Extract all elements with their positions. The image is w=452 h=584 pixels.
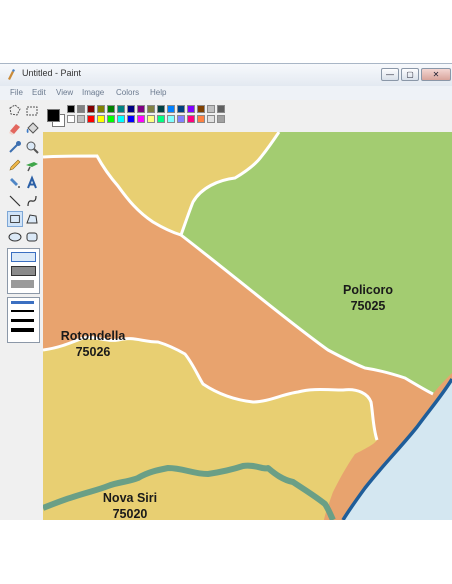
palette-swatch[interactable] [217, 115, 225, 123]
menu-help[interactable]: Help [150, 88, 166, 97]
map-drawing [43, 132, 452, 520]
palette-swatch[interactable] [177, 105, 185, 113]
menu-edit[interactable]: Edit [32, 88, 46, 97]
close-button[interactable]: ✕ [421, 68, 451, 81]
line-width-1[interactable] [11, 301, 34, 304]
curve-icon[interactable] [24, 193, 40, 209]
paint-window: Untitled - Paint — ▢ ✕ File Edit View Im… [0, 63, 452, 520]
map-label-nova-siri: Nova Siri 75020 [75, 490, 185, 520]
palette-swatch[interactable] [197, 115, 205, 123]
fill-option-outline-fill[interactable] [11, 266, 36, 276]
line-icon[interactable] [7, 193, 23, 209]
menu-file[interactable]: File [10, 88, 23, 97]
toolbox [0, 100, 44, 520]
airbrush-icon[interactable] [7, 175, 23, 191]
palette-swatch[interactable] [147, 115, 155, 123]
drawing-canvas[interactable]: Policoro 75025 Rotondella 75026 Nova Sir… [43, 132, 452, 520]
brush-icon[interactable] [24, 157, 40, 173]
menu-colors[interactable]: Colors [116, 88, 139, 97]
maximize-icon: ▢ [406, 70, 414, 79]
ellipse-icon[interactable] [7, 229, 23, 245]
palette-swatch[interactable] [67, 115, 75, 123]
nova-siri-name: Nova Siri [102, 491, 158, 505]
palette-swatch[interactable] [107, 105, 115, 113]
palette-swatch[interactable] [127, 105, 135, 113]
rounded-rectangle-icon[interactable] [24, 229, 40, 245]
palette-swatch[interactable] [137, 115, 145, 123]
minimize-icon: — [386, 70, 394, 79]
close-icon: ✕ [432, 70, 440, 79]
eraser-icon[interactable] [7, 121, 23, 137]
fill-style-options [7, 248, 40, 294]
select-icon[interactable] [24, 103, 40, 119]
line-width-2[interactable] [11, 310, 34, 312]
palette-swatch[interactable] [117, 115, 125, 123]
palette-swatch[interactable] [117, 105, 125, 113]
current-colors [46, 106, 65, 127]
palette-swatch[interactable] [167, 115, 175, 123]
palette-swatch[interactable] [197, 105, 205, 113]
rectangle-tool-button[interactable] [7, 211, 23, 227]
policoro-name: Policoro [342, 283, 393, 297]
palette-swatch[interactable] [77, 105, 85, 113]
palette-swatch[interactable] [187, 115, 195, 123]
palette-swatch[interactable] [87, 105, 95, 113]
rectangle-icon [10, 215, 20, 223]
color-palette [43, 100, 452, 132]
palette-swatch[interactable] [157, 105, 165, 113]
title-bar: Untitled - Paint — ▢ ✕ [0, 64, 452, 86]
line-width-3[interactable] [11, 319, 34, 322]
polygon-icon[interactable] [24, 211, 40, 227]
policoro-code: 75025 [350, 299, 386, 313]
palette-swatch[interactable] [67, 105, 75, 113]
fill-bucket-icon[interactable] [24, 121, 40, 137]
palette-swatch[interactable] [97, 105, 105, 113]
palette-swatch[interactable] [167, 105, 175, 113]
minimize-button[interactable]: — [381, 68, 399, 81]
rotondella-code: 75026 [75, 345, 111, 359]
rotondella-name: Rotondella [60, 329, 126, 343]
menu-image[interactable]: Image [82, 88, 104, 97]
palette-swatch[interactable] [127, 115, 135, 123]
paint-app-icon [8, 69, 15, 80]
palette-swatch[interactable] [187, 105, 195, 113]
menu-view[interactable]: View [56, 88, 73, 97]
palette-swatch[interactable] [147, 105, 155, 113]
map-label-policoro: Policoro 75025 [308, 282, 428, 314]
palette-swatch[interactable] [177, 115, 185, 123]
palette-swatch[interactable] [77, 115, 85, 123]
palette-swatch[interactable] [217, 105, 225, 113]
line-width-options [7, 297, 40, 343]
palette-swatch[interactable] [157, 115, 165, 123]
text-icon[interactable] [24, 175, 40, 191]
map-label-rotondella: Rotondella 75026 [43, 328, 143, 360]
color-picker-icon[interactable] [7, 139, 23, 155]
pencil-icon[interactable] [7, 157, 23, 173]
menu-bar: File Edit View Image Colors Help [0, 86, 452, 100]
palette-swatch[interactable] [207, 115, 215, 123]
line-width-4[interactable] [11, 328, 34, 332]
palette-swatch[interactable] [97, 115, 105, 123]
free-form-select-icon[interactable] [7, 103, 23, 119]
maximize-button[interactable]: ▢ [401, 68, 419, 81]
magnifier-icon[interactable] [24, 139, 40, 155]
window-title: Untitled - Paint [22, 68, 82, 78]
palette-swatch[interactable] [207, 105, 215, 113]
palette-swatch[interactable] [87, 115, 95, 123]
fill-option-solid[interactable] [11, 280, 34, 288]
palette-swatch[interactable] [137, 105, 145, 113]
palette-swatch[interactable] [107, 115, 115, 123]
nova-siri-code: 75020 [112, 507, 148, 520]
foreground-color[interactable] [47, 109, 60, 122]
fill-option-outline[interactable] [11, 252, 36, 262]
